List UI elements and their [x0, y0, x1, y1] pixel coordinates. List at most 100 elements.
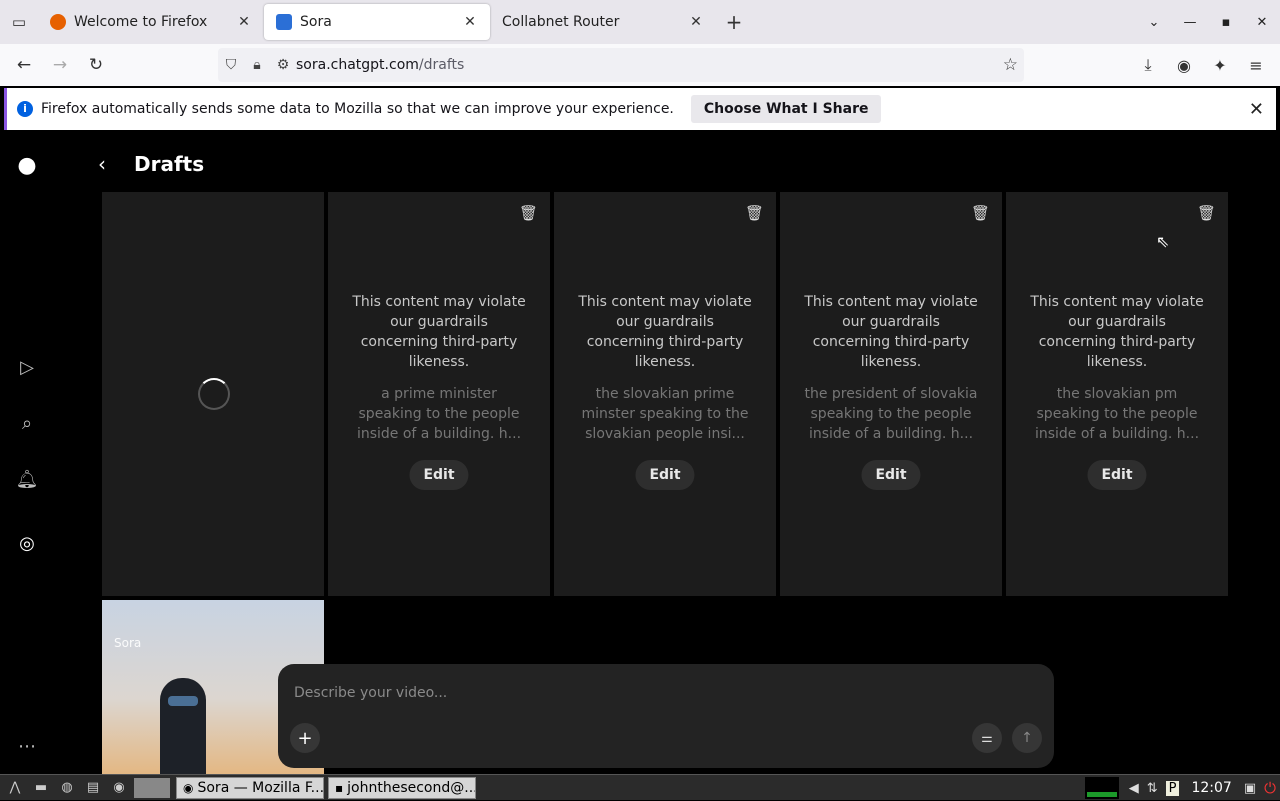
edit-button[interactable]: Edit [861, 460, 921, 490]
clipboard-icon[interactable]: P [1165, 780, 1180, 796]
user-icon[interactable]: ▣ [1244, 781, 1256, 796]
describe-video-input[interactable]: Describe your video... [294, 685, 447, 701]
edit-button[interactable]: Edit [1087, 460, 1147, 490]
info-icon: i [17, 101, 33, 117]
minimize-button[interactable]: — [1172, 15, 1208, 30]
menu-icon[interactable]: ≡ [1238, 48, 1274, 82]
draft-prompt: the slovakian pm speaking to the people … [1034, 386, 1200, 442]
choose-what-i-share-button[interactable]: Choose What I Share [690, 95, 882, 123]
guardrail-warning: This content may violate our guardrails … [578, 294, 752, 370]
tab-welcome[interactable]: Welcome to Firefox ✕ [38, 4, 264, 40]
sora-logo-icon[interactable]: ● [14, 152, 40, 178]
tab-collabnet-router[interactable]: Collabnet Router ✕ [490, 4, 716, 40]
close-notification-icon[interactable]: ✕ [1249, 99, 1264, 120]
draft-prompt: a prime minister speaking to the people … [356, 386, 522, 442]
guardrail-warning: This content may violate our guardrails … [1030, 294, 1204, 370]
url-host: sora.chatgpt.com [296, 57, 419, 73]
navigation-bar: ← → ↻ ⛉ 🔒︎ ⚙ sora.chatgpt.com/drafts ☆ ⤓… [0, 44, 1280, 86]
settings-sliders-icon[interactable]: ⚌ [972, 723, 1002, 753]
browser-launcher-icon[interactable]: ◍ [56, 778, 78, 798]
back-arrow-icon[interactable]: ‹ [98, 152, 106, 176]
profile-icon[interactable]: ◎ [14, 530, 40, 556]
power-icon[interactable]: ⏻ [1264, 779, 1276, 797]
network-icon[interactable]: ⇅ [1147, 781, 1158, 796]
site-permissions-icon[interactable]: ⚙ [270, 57, 296, 73]
close-icon[interactable]: ✕ [462, 14, 478, 30]
shield-icon[interactable]: ⛉ [218, 57, 244, 73]
draft-card-loading[interactable] [102, 192, 324, 596]
draft-card[interactable]: 🗑︎ This content may violate our guardrai… [328, 192, 550, 596]
firefox-launcher-icon[interactable]: ◉ [108, 778, 130, 798]
toolbar-right: ⤓ ◉ ✦ ≡ [1130, 48, 1274, 82]
task-label: johnthesecond@... [347, 779, 476, 796]
forward-button[interactable]: → [42, 49, 78, 81]
start-menu-icon[interactable]: ⋀ [4, 778, 26, 798]
edit-button[interactable]: Edit [409, 460, 469, 490]
terminal-launcher-icon[interactable]: ▤ [82, 778, 104, 798]
videos-icon[interactable]: ▷ [14, 354, 40, 380]
close-icon[interactable]: ✕ [688, 14, 704, 30]
submit-arrow-icon[interactable]: ↑ [1012, 723, 1042, 753]
url-bar[interactable]: ⛉ 🔒︎ ⚙ sora.chatgpt.com/drafts ☆ [218, 48, 1024, 82]
trash-icon[interactable]: 🗑︎ [971, 204, 990, 222]
sora-app: ● ▷ ⌕ 🔔︎ ◎ ⋯ ‹ Drafts 🗑︎ This content ma… [0, 132, 1280, 774]
sora-watermark: Sora [114, 636, 142, 650]
notification-text: Firefox automatically sends some data to… [41, 101, 674, 117]
close-window-button[interactable]: ✕ [1244, 15, 1280, 30]
draft-card[interactable]: 🗑︎ This content may violate our guardrai… [554, 192, 776, 596]
list-all-tabs-icon[interactable]: ⌄ [1136, 15, 1172, 30]
guardrail-warning: This content may violate our guardrails … [804, 294, 978, 370]
tab-title: Welcome to Firefox [74, 14, 208, 30]
maximize-button[interactable]: ▪ [1208, 15, 1244, 30]
tab-bar: ▭ Welcome to Firefox ✕ Sora ✕ Collabnet … [0, 0, 1280, 44]
firefox-icon: ◉ [183, 780, 194, 795]
taskbar-item-terminal[interactable]: ▪ johnthesecond@... [328, 776, 476, 799]
taskbar: ⋀ ▬ ◍ ▤ ◉ ◉ Sora — Mozilla F... ▪ johnth… [0, 774, 1280, 800]
lock-icon[interactable]: 🔒︎ [244, 57, 270, 73]
terminal-icon: ▪ [335, 780, 344, 795]
desktop-icon[interactable] [134, 777, 170, 798]
tab-sora[interactable]: Sora ✕ [264, 4, 490, 40]
trash-icon[interactable]: 🗑︎ [519, 204, 538, 222]
video-figure [160, 678, 206, 774]
search-icon[interactable]: ⌕ [14, 410, 40, 436]
trash-icon[interactable]: 🗑︎ [745, 204, 764, 222]
new-tab-button[interactable]: + [716, 10, 752, 34]
extensions-icon[interactable]: ✦ [1202, 48, 1238, 82]
edit-button[interactable]: Edit [635, 460, 695, 490]
more-icon[interactable]: ⋯ [14, 733, 40, 759]
loading-spinner-icon [198, 378, 230, 410]
tab-title: Sora [300, 14, 332, 30]
volume-icon[interactable]: ◀ [1129, 781, 1139, 796]
reload-button[interactable]: ↻ [78, 49, 114, 81]
draft-card[interactable]: 🗑︎ This content may violate our guardrai… [1006, 192, 1228, 596]
video-composer: Describe your video... + ⚌ ↑ [278, 664, 1054, 768]
url-path: /drafts [418, 57, 465, 73]
data-collection-notification: i Firefox automatically sends some data … [4, 88, 1276, 130]
tab-title: Collabnet Router [502, 14, 620, 30]
system-tray: ◀ ⇅ P 12:07 ▣ ⏻ [1084, 775, 1280, 801]
firefox-favicon-icon [50, 14, 66, 30]
clock[interactable]: 12:07 [1191, 780, 1231, 796]
draft-card[interactable]: 🗑︎ This content may violate our guardrai… [780, 192, 1002, 596]
close-icon[interactable]: ✕ [236, 14, 252, 30]
trash-icon[interactable]: 🗑︎ [1197, 204, 1216, 222]
downloads-icon[interactable]: ⤓ [1130, 48, 1166, 82]
account-icon[interactable]: ◉ [1166, 48, 1202, 82]
bell-icon[interactable]: 🔔︎ [14, 466, 40, 492]
sora-favicon-icon [276, 14, 292, 30]
add-media-button[interactable]: + [290, 723, 320, 753]
window-controls: ⌄ — ▪ ✕ [1136, 0, 1280, 44]
bookmark-star-icon[interactable]: ☆ [1003, 55, 1018, 75]
back-button[interactable]: ← [6, 49, 42, 81]
guardrail-warning: This content may violate our guardrails … [352, 294, 526, 370]
draft-prompt: the president of slovakia speaking to th… [804, 386, 978, 442]
task-label: Sora — Mozilla F... [197, 779, 324, 796]
taskbar-item-firefox[interactable]: ◉ Sora — Mozilla F... [176, 776, 324, 799]
file-manager-icon[interactable]: ▬ [30, 778, 52, 798]
draft-prompt: the slovakian prime minster speaking to … [581, 386, 749, 442]
page-title: Drafts [134, 152, 205, 176]
mouse-cursor-icon: ⇖ [1156, 232, 1170, 251]
cpu-monitor-icon [1084, 777, 1119, 799]
firefox-view-button[interactable]: ▭ [0, 0, 38, 44]
